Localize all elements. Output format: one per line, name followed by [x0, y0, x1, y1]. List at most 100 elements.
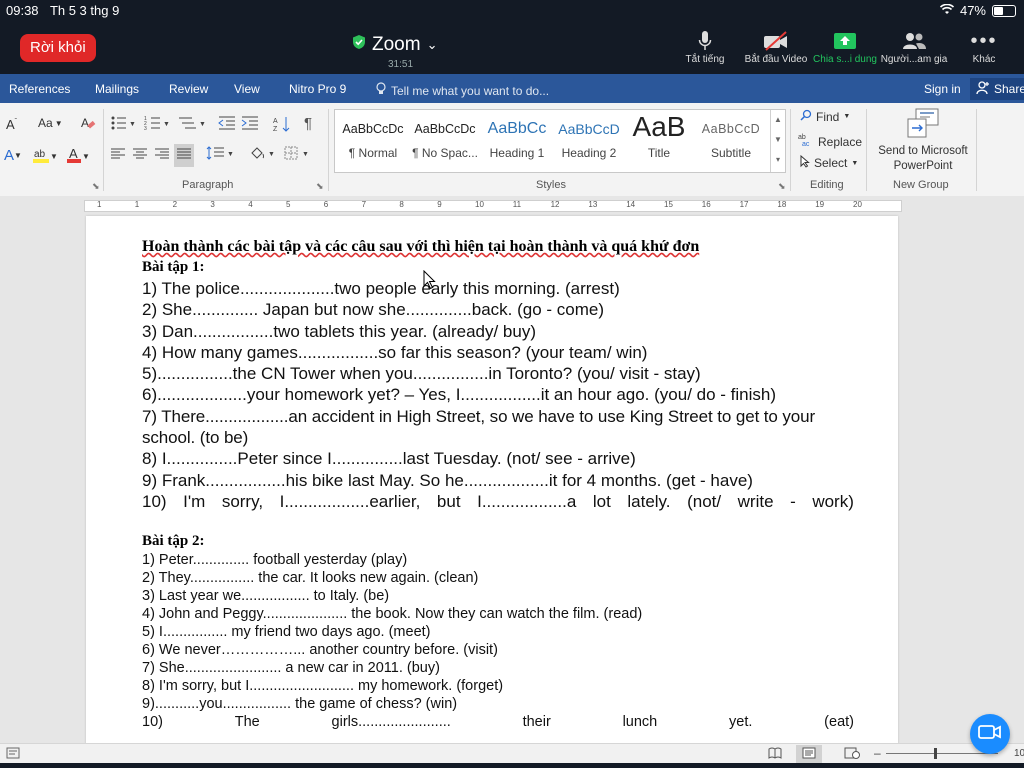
style-title[interactable]: AaB Title	[623, 110, 695, 172]
highlight-color-button[interactable]: ab ▼	[32, 146, 58, 167]
style-preview: AaBbCc	[487, 120, 547, 137]
ruler-number: 5	[286, 200, 291, 209]
change-case-label: Aa	[38, 116, 53, 130]
find-label: Find	[816, 109, 840, 124]
exercise-line: 9) Frank.................his bike last M…	[142, 470, 753, 490]
word-token: I..................a	[477, 491, 577, 511]
bullets-button[interactable]: ▼	[110, 115, 136, 134]
align-center-button[interactable]	[132, 147, 148, 164]
dropdown-arrow-icon: ▼	[851, 159, 859, 167]
mute-button[interactable]: Tắt tiếng	[665, 28, 745, 65]
svg-text:▼: ▼	[302, 151, 309, 158]
leave-meeting-button[interactable]: Rời khỏi	[20, 34, 96, 62]
svg-text:Z: Z	[273, 126, 278, 133]
sort-button[interactable]: AZ	[273, 115, 291, 136]
justify-button[interactable]	[174, 144, 194, 167]
style-name: Title	[647, 146, 671, 160]
tab-view[interactable]: View	[234, 82, 260, 96]
show-formatting-marks-button[interactable]: ¶	[304, 115, 312, 132]
document-page[interactable]: Hoàn thành các bài tập và các câu sau vớ…	[86, 216, 898, 744]
font-size-decrease-button[interactable]: Aˇ	[6, 117, 17, 132]
clock: 09:38	[6, 3, 39, 18]
multilevel-list-icon: ▼	[178, 115, 206, 134]
style-no-spacing[interactable]: AaBbCcDc ¶ No Spac...	[409, 110, 481, 172]
more-styles-icon[interactable]: ▾	[771, 150, 785, 170]
zoom-slider-track[interactable]	[886, 753, 998, 754]
increase-indent-button[interactable]	[241, 115, 259, 134]
tab-nitro[interactable]: Nitro Pro 9	[289, 82, 346, 96]
paragraph-dialog-launcher-icon[interactable]: ⬊	[316, 181, 324, 192]
exercise-line: 8) I'm sorry, but I.....................…	[142, 678, 504, 695]
tell-me-search[interactable]: Tell me what you want to do...	[376, 82, 549, 99]
ruler-number: 17	[739, 200, 749, 209]
styles-scroll[interactable]: ▲ ▼ ▾	[770, 110, 785, 172]
style-heading-1[interactable]: AaBbCc Heading 1	[481, 110, 553, 172]
ruler-number: 6	[323, 200, 329, 209]
line-spacing-icon: ▼	[206, 145, 234, 164]
word-token: 10)	[142, 491, 167, 511]
decrease-indent-button[interactable]	[218, 115, 236, 134]
document-body[interactable]: Hoàn thành các bài tập và các câu sau vớ…	[142, 236, 854, 731]
exercise-line: 4) John and Peggy..................... t…	[142, 606, 643, 623]
select-button[interactable]: Select ▼	[800, 154, 859, 171]
participants-button[interactable]: Người...am gia	[874, 28, 954, 65]
web-layout-icon[interactable]	[844, 747, 860, 762]
word-token: but	[436, 491, 461, 511]
exercise-line: 2) They................ the car. It look…	[142, 570, 479, 587]
zoom-percent[interactable]: 10	[1014, 748, 1024, 759]
font-dialog-launcher-icon[interactable]: ⬊	[92, 181, 100, 192]
find-button[interactable]: Find ▼	[800, 109, 850, 124]
print-layout-icon[interactable]	[796, 745, 822, 764]
floating-video-button[interactable]	[970, 714, 1010, 754]
read-mode-icon[interactable]	[768, 747, 782, 762]
align-left-button[interactable]	[110, 147, 126, 164]
exercise-line: 2) She.............. Japan but now she..…	[142, 300, 605, 320]
align-right-button[interactable]	[154, 147, 170, 164]
ruler-number: 12	[550, 200, 560, 209]
style-normal[interactable]: AaBbCcDc ¶ Normal	[337, 110, 409, 172]
line-spacing-button[interactable]: ▼	[206, 145, 234, 164]
send-to-powerpoint-button[interactable]: Send to Microsoft PowerPoint	[872, 107, 974, 174]
style-name: Heading 1	[489, 146, 545, 160]
font-color-button[interactable]: A ▼	[66, 146, 90, 167]
word-token: sorry,	[221, 491, 264, 511]
svg-text:▼: ▼	[163, 121, 170, 128]
replace-button[interactable]: ab ac Replace	[798, 133, 862, 150]
share-content-label: Chia s...i dung	[813, 54, 877, 65]
meeting-title[interactable]: Zoom ⌄	[352, 34, 437, 56]
change-case-button[interactable]: Aa ▼	[38, 116, 63, 130]
text-effects-button[interactable]: A ▼	[4, 147, 22, 164]
zoom-slider-thumb[interactable]	[934, 748, 937, 759]
more-button[interactable]: ••• Khác	[944, 28, 1024, 66]
shading-button[interactable]: ▼	[248, 145, 276, 164]
send-to-ppt-line2: PowerPoint	[893, 160, 953, 172]
share-content-button[interactable]: Chia s...i dung	[805, 28, 885, 65]
zoom-out-icon[interactable]: –	[874, 746, 881, 760]
ruler-number: 15	[664, 200, 673, 209]
tab-review[interactable]: Review	[169, 82, 208, 96]
numbering-button[interactable]: 1 2 3 ▼	[144, 115, 170, 134]
styles-gallery: AaBbCcDc ¶ Normal AaBbCcDc ¶ No Spac... …	[334, 109, 786, 173]
tab-references[interactable]: References	[9, 82, 70, 96]
style-subtitle[interactable]: AaBbCcD Subtitle	[695, 110, 767, 172]
tab-mailings[interactable]: Mailings	[95, 82, 139, 96]
sign-in-link[interactable]: Sign in	[924, 82, 961, 96]
proofing-icon[interactable]	[6, 747, 20, 762]
borders-button[interactable]: ▼	[284, 145, 312, 164]
share-button[interactable]: Share	[970, 78, 1024, 100]
group-separator	[328, 109, 329, 191]
styles-dialog-launcher-icon[interactable]: ⬊	[778, 181, 786, 192]
send-to-ppt-line1: Send to Microsoft	[878, 145, 968, 157]
exercise-line: 7) There..................an accident in…	[142, 406, 816, 448]
person-icon	[976, 80, 990, 98]
horizontal-ruler[interactable]: 1 1 2 3 4 5 6 7 8 9 10 11 12 13 14 15 16 17 18 19 20	[0, 196, 1024, 214]
document-heading: Hoàn thành các bài tập và các câu sau vớ…	[142, 238, 700, 255]
multilevel-list-button[interactable]: ▼	[178, 115, 206, 134]
tell-me-text: Tell me what you want to do...	[391, 83, 550, 98]
style-heading-2[interactable]: AaBbCcD Heading 2	[553, 110, 625, 172]
clear-formatting-button[interactable]: A	[80, 115, 96, 134]
scroll-up-icon[interactable]: ▲	[771, 110, 785, 130]
scroll-down-icon[interactable]: ▼	[771, 130, 785, 150]
svg-text:▼: ▼	[129, 121, 136, 128]
word-token: I'm	[183, 491, 206, 511]
